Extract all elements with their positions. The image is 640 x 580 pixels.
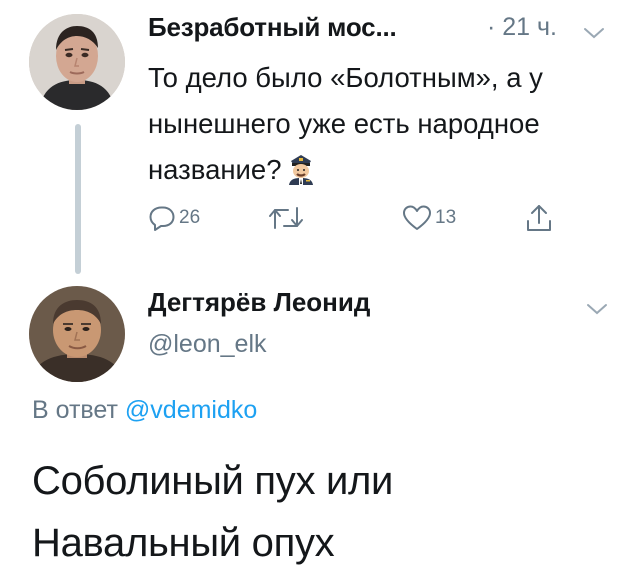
thread-connector [75,124,81,274]
chevron-down-icon[interactable] [586,302,608,316]
share-action[interactable] [525,200,553,236]
like-action[interactable]: 13 [402,200,456,236]
author-avatar-1[interactable] [29,14,125,110]
like-count: 13 [435,207,457,228]
reply-action[interactable]: 26 [148,200,200,236]
reply-prefix: В ответ [32,396,118,424]
share-icon [527,205,551,231]
pilot-emoji-icon [286,151,316,185]
like-icon [403,205,431,230]
tweet-timestamp[interactable]: · 21 ч. [487,13,557,42]
author-avatar-2[interactable] [29,286,125,382]
avatar-face-1 [29,14,125,110]
tweet-text-1-content: То дело было «Болотным», а у нынешнего у… [148,62,543,185]
tweet-text-1: То дело было «Болотным», а у нынешнего у… [148,55,608,193]
author-name-1[interactable]: Безработный мос... [148,12,397,43]
retweet-action[interactable] [266,200,309,236]
reply-context: В ответ @vdemidko [32,396,257,425]
avatar-face-2 [29,286,125,382]
reply-icon [149,206,175,231]
tweet-text-2: Соболиный пух или Навальный опух [32,459,394,565]
reply-mention-link[interactable]: @vdemidko [125,396,257,424]
author-handle-2[interactable]: @leon_elk [148,330,267,359]
author-name-2[interactable]: Дегтярёв Леонид [148,287,370,318]
retweet-icon [269,207,303,229]
reply-count: 26 [179,207,201,228]
chevron-down-icon[interactable] [583,26,605,40]
tweet-actions: 26 13 [148,200,588,236]
